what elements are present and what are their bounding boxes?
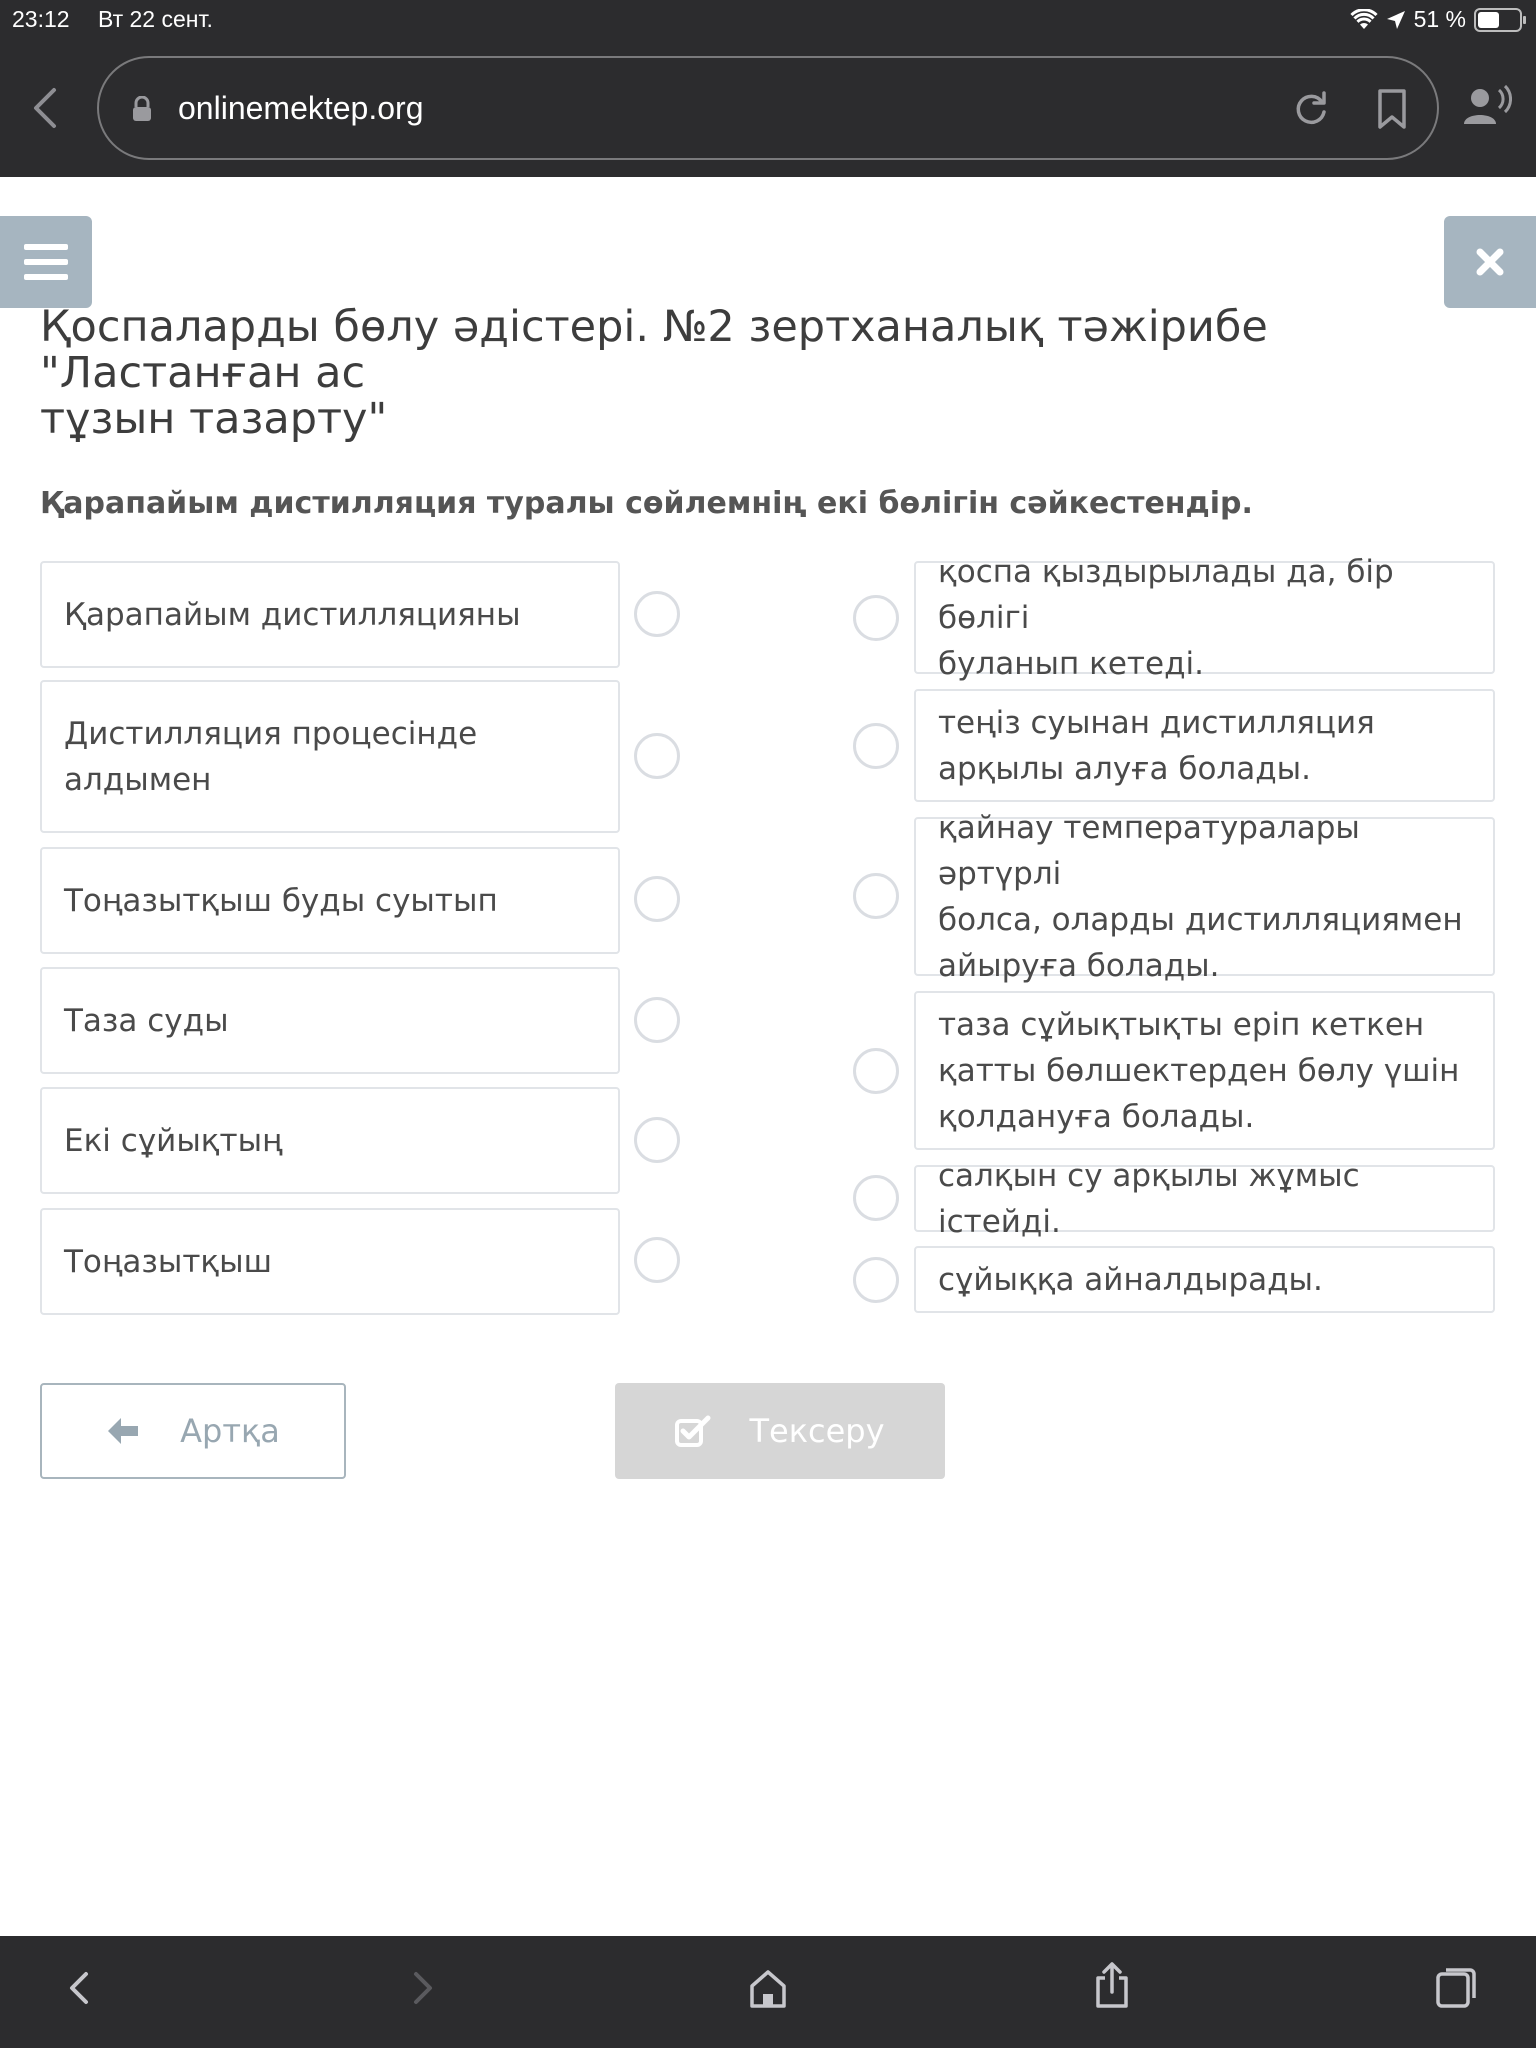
item-line: таза сұйықтықты еріп кеткен [938, 1006, 1425, 1043]
item-line: Дистилляция процесінде [64, 715, 478, 752]
right-radio[interactable] [853, 1257, 899, 1303]
checkbox-check-icon [675, 1415, 711, 1447]
close-button[interactable] [1444, 216, 1536, 308]
right-match-item[interactable]: салқын су арқылы жұмыс істейді. [914, 1158, 1495, 1240]
right-radio[interactable] [853, 1175, 899, 1221]
item-text: Қарапайым дистилляцияны [64, 596, 521, 633]
back-arrow-icon[interactable] [30, 86, 58, 130]
left-radio[interactable] [634, 876, 680, 922]
left-radio[interactable] [634, 1117, 680, 1163]
item-text: салқын су арқылы жұмыс істейді. [938, 1157, 1360, 1240]
share-icon[interactable] [1092, 1960, 1132, 2010]
item-line: қатты бөлшектерден бөлу үшін [938, 1052, 1460, 1089]
close-icon [1476, 248, 1504, 276]
right-match-item[interactable]: қайнау температуралары әртүрлі болса, ол… [914, 810, 1495, 984]
item-text: теңіз суынан дистилляция арқылы алуға бо… [938, 700, 1375, 792]
item-line: болса, оларды дистилляциямен [938, 901, 1463, 938]
item-text: Таза суды [64, 1002, 229, 1039]
menu-icon-bar [24, 259, 68, 265]
item-line: теңіз суынан дистилляция [938, 704, 1375, 741]
item-line: қолдануға болады. [938, 1098, 1255, 1135]
item-line: қайнау температуралары әртүрлі [938, 809, 1360, 892]
item-text: сұйыққа айналдырады. [938, 1261, 1323, 1298]
item-text: Дистилляция процесінде алдымен [64, 711, 477, 803]
nav-forward-icon[interactable] [408, 1966, 438, 2010]
check-button[interactable]: Тексеру [615, 1383, 945, 1479]
wifi-icon [1349, 8, 1378, 29]
user-audio-icon[interactable] [1462, 84, 1512, 128]
left-match-item[interactable]: Тоңазытқыш [40, 1208, 620, 1315]
question-text: Қарапайым дистилляция туралы сөйлемнің е… [40, 486, 1253, 521]
right-match-item[interactable]: қоспа қыздырылады да, бір бөлігі буланып… [914, 554, 1495, 682]
page-title: Қоспаларды бөлу әдістері. №2 зертханалық… [40, 304, 1510, 442]
left-match-item[interactable]: Екі сұйықтың [40, 1087, 620, 1194]
item-text: Тоңазытқыш [64, 1243, 272, 1280]
bookmark-icon[interactable] [1376, 88, 1408, 130]
right-radio[interactable] [853, 873, 899, 919]
left-radio[interactable] [634, 733, 680, 779]
home-icon[interactable] [748, 1966, 788, 2010]
menu-icon-bar [24, 274, 68, 280]
battery-percent: 51 % [1413, 6, 1466, 32]
back-button[interactable]: Артқа [40, 1383, 346, 1479]
page-title-line: Қоспаларды бөлу әдістері. №2 зертханалық… [40, 302, 1268, 398]
item-text: таза сұйықтықты еріп кеткен қатты бөлшек… [938, 1002, 1459, 1140]
left-radio[interactable] [634, 997, 680, 1043]
right-match-item[interactable]: теңіз суынан дистилляция арқылы алуға бо… [914, 689, 1495, 802]
item-text: қоспа қыздырылады да, бір бөлігі буланып… [938, 549, 1471, 687]
left-match-item[interactable]: Дистилляция процесінде алдымен [40, 680, 620, 833]
left-match-item[interactable]: Қарапайым дистилляцияны [40, 561, 620, 668]
item-line: буланып кетеді. [938, 645, 1204, 682]
status-time: 23:12 [12, 6, 70, 32]
menu-icon-bar [24, 244, 68, 250]
address-bar[interactable]: onlinemektep.org [97, 56, 1439, 160]
nav-back-icon[interactable] [64, 1966, 94, 2010]
item-line: арқылы алуға болады. [938, 750, 1311, 787]
item-text: қайнау температуралары әртүрлі болса, ол… [938, 805, 1471, 989]
item-line: қоспа қыздырылады да, бір бөлігі [938, 553, 1394, 636]
page-title-line: тұзын тазарту" [40, 394, 388, 444]
right-radio[interactable] [853, 595, 899, 641]
location-icon [1386, 10, 1405, 29]
browser-chrome: 23:12 Вт 22 сент. 51 % onlinemektep.org [0, 0, 1536, 177]
battery-icon [1474, 7, 1526, 32]
browser-toolbar [0, 1936, 1536, 2048]
back-button-label: Артқа [180, 1412, 280, 1450]
arrow-left-icon [108, 1418, 139, 1444]
check-button-label: Тексеру [749, 1412, 885, 1450]
left-radio[interactable] [634, 591, 680, 637]
item-text: Екі сұйықтың [64, 1122, 283, 1159]
status-indicators: 51 % [1349, 6, 1526, 33]
item-line: алдымен [64, 761, 212, 798]
status-date: Вт 22 сент. [98, 6, 213, 32]
tabs-icon[interactable] [1434, 1966, 1478, 2010]
url-text: onlinemektep.org [178, 90, 424, 126]
menu-button[interactable] [0, 216, 92, 308]
lock-icon [133, 96, 151, 121]
reload-icon[interactable] [1291, 88, 1331, 128]
item-line: айыруға болады. [938, 947, 1220, 984]
item-text: Тоңазытқыш буды суытып [64, 882, 498, 919]
left-radio[interactable] [634, 1237, 680, 1283]
left-match-item[interactable]: Тоңазытқыш буды суытып [40, 847, 620, 954]
right-radio[interactable] [853, 723, 899, 769]
right-match-item[interactable]: сұйыққа айналдырады. [914, 1246, 1495, 1313]
right-radio[interactable] [853, 1048, 899, 1094]
left-match-item[interactable]: Таза суды [40, 967, 620, 1074]
right-match-item[interactable]: таза сұйықтықты еріп кеткен қатты бөлшек… [914, 991, 1495, 1150]
